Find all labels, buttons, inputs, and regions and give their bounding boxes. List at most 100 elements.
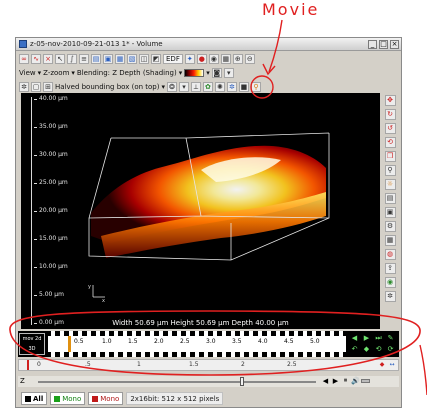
timeline-tick: 0 (37, 361, 41, 368)
light-dropdown-icon[interactable]: ▾ (178, 81, 189, 92)
camera-icon[interactable]: ◙ (211, 67, 222, 78)
toolbar-view: View ▾ Z-zoom ▾ Blending: Z Depth (Shadi… (16, 66, 401, 79)
play-icon[interactable]: ▶ (361, 334, 372, 343)
minimize-button[interactable]: _ (368, 40, 377, 49)
zoom-icon[interactable]: ⚲ (384, 165, 396, 176)
pause-icon[interactable]: ⏸ (341, 376, 350, 385)
keyframe-marker-icon[interactable]: ◆ (378, 361, 386, 369)
snapshot-icon[interactable]: ▣ (384, 207, 396, 218)
view-menu[interactable]: View (19, 69, 36, 77)
monitor-icon[interactable]: ■ (238, 81, 249, 92)
volume-render[interactable] (81, 118, 331, 268)
colormap-dropdown-icon[interactable]: ▾ (206, 69, 210, 77)
close-window-button[interactable]: × (390, 40, 399, 49)
window-title: z-05-nov-2010-09-21-013 1* - Volume (30, 40, 163, 48)
film-perforation-bottom (48, 352, 346, 357)
view-dropdown-icon[interactable]: ▾ (38, 69, 42, 77)
film-tick: 3.5 (232, 338, 242, 345)
bbox-dropdown-icon[interactable]: ▾ (161, 83, 165, 91)
slice-plane-icon[interactable]: ⟂ (190, 81, 201, 92)
timeline-marker[interactable] (27, 360, 29, 370)
light-bulb-icon[interactable]: ❂ (166, 81, 177, 92)
gear-icon[interactable]: ⚙ (384, 221, 396, 232)
edit-keyframe-icon[interactable]: ✎ (385, 334, 396, 343)
tab-all[interactable]: All (21, 392, 48, 405)
settings-gear-icon[interactable]: ✲ (384, 291, 396, 302)
tab-mono-green[interactable]: Mono (50, 392, 86, 405)
movie-filmstrip: mov 2d 3D 0.5 1.0 1.5 2.0 2.5 3.0 3.5 4.… (18, 331, 399, 357)
blending-menu[interactable]: Blending: Z Depth (Shading) (77, 69, 177, 77)
grid-toggle-icon[interactable]: ▦ (220, 53, 231, 64)
pin-icon[interactable]: ⚲ (250, 81, 261, 92)
axis-y-label: y (88, 284, 91, 290)
y-tick-label: 40.00 µm (34, 95, 68, 102)
grid-icon[interactable]: ▦ (384, 235, 396, 246)
rotate-x-icon[interactable]: ↻ (384, 109, 396, 120)
arrows-icon[interactable]: ✥ (384, 95, 396, 106)
rotate-z-icon[interactable]: ⟲ (384, 137, 396, 148)
loop-right-icon[interactable]: ⟳ (385, 345, 396, 354)
sphere-icon[interactable]: ◍ (384, 249, 396, 260)
wave-icon[interactable]: ∿ (31, 53, 41, 64)
cube-icon[interactable]: ❒ (384, 151, 396, 162)
ortho-view-icon[interactable]: ◫ (139, 53, 149, 64)
speed-slider[interactable] (361, 378, 370, 383)
axis-x-label: x (102, 298, 105, 303)
z-slider-thumb[interactable] (240, 377, 244, 386)
volume-viewer[interactable]: 40.00 µm 35.00 µm 30.00 µm 25.00 µm 20.0… (21, 93, 380, 329)
film-time-scale[interactable]: 0.5 1.0 1.5 2.0 2.5 3.0 3.5 4.0 4.5 5.0 (48, 336, 346, 352)
curve-icon[interactable]: ∫ (67, 53, 77, 64)
box-icon[interactable]: ▢ (31, 81, 41, 92)
pointer-icon[interactable]: ↖ (55, 53, 65, 64)
z-slider: Z ◀ ▶ ⏸ 🔊 (18, 376, 399, 387)
bbox-dropdown[interactable]: Halved bounding box (on top) (55, 83, 159, 91)
tab-mono-red[interactable]: Mono (88, 392, 124, 405)
expand-icon[interactable]: ↔ (388, 361, 396, 369)
movie-camera-icon[interactable]: ✲ (226, 81, 237, 92)
fill-icon[interactable]: ▾ (223, 67, 234, 78)
edf-dropdown[interactable]: EDF (163, 53, 183, 64)
film-band[interactable]: 0.5 1.0 1.5 2.0 2.5 3.0 3.5 4.0 4.5 5.0 (48, 331, 346, 357)
keyframe-icon[interactable]: ◆ (361, 345, 372, 354)
rotate-y-icon[interactable]: ↺ (384, 123, 396, 134)
sparkle-icon[interactable]: ✺ (214, 81, 225, 92)
zoom-out-icon[interactable]: ⊖ (244, 53, 255, 64)
stack-icon[interactable]: ≡ (79, 53, 89, 64)
grid-view-icon[interactable]: ▦ (115, 53, 125, 64)
record-icon[interactable]: ◉ (208, 53, 219, 64)
zzoom-menu[interactable]: Z-zoom (43, 69, 69, 77)
butterfly-icon[interactable]: ✦ (184, 53, 195, 64)
film-tick: 1.0 (102, 338, 112, 345)
settings-icon[interactable]: ✲ (19, 81, 29, 92)
z-slider-track[interactable] (38, 381, 316, 383)
chart-icon[interactable]: ▤ (91, 53, 101, 64)
stop-icon[interactable]: ● (196, 53, 207, 64)
play-z-icon[interactable]: ▶ (331, 377, 340, 385)
blending-dropdown-icon[interactable]: ▾ (179, 69, 183, 77)
step-back-icon[interactable]: ◀ (321, 377, 330, 385)
undo-icon[interactable]: ↶ (349, 345, 360, 354)
loop-left-icon[interactable]: ⟲ (373, 345, 384, 354)
link-icon[interactable]: ∞ (19, 53, 29, 64)
movie-clapper-icon[interactable]: mov 2d 3D (19, 333, 45, 355)
iso-view-icon[interactable]: ◩ (151, 53, 161, 64)
delete-icon[interactable]: × (43, 53, 53, 64)
right-toolbar: ✥ ↻ ↺ ⟲ ❒ ⚲ ☼ ▤ ▣ ⚙ ▦ ◍ ⇪ ◉ ✲ (382, 93, 398, 355)
colormap-swatch[interactable] (184, 68, 205, 77)
light-icon[interactable]: ☼ (384, 179, 396, 190)
speaker-icon[interactable]: 🔊 (351, 377, 360, 385)
layer-icon[interactable]: ▤ (384, 193, 396, 204)
skip-end-icon[interactable]: ⏭ (373, 334, 384, 343)
zzoom-dropdown-icon[interactable]: ▾ (71, 69, 75, 77)
volume-view-icon[interactable]: ▣ (103, 53, 113, 64)
zoom-in-icon[interactable]: ⊕ (232, 53, 243, 64)
film-cursor[interactable] (68, 336, 71, 352)
toolbar-render: ✲ ▢ ⊞ Halved bounding box (on top) ▾ ❂ ▾… (16, 80, 401, 93)
maximize-button[interactable]: □ (379, 40, 388, 49)
arrow-up-icon[interactable]: ⇪ (384, 263, 396, 274)
slice-view-icon[interactable]: ▧ (127, 53, 137, 64)
play-back-icon[interactable]: ◀ (349, 334, 360, 343)
globe-icon[interactable]: ◉ (384, 277, 396, 288)
timeline-ruler[interactable]: 0 .5 1 1.5 2 2.5 ◆ ↔ (18, 359, 399, 371)
cells-icon[interactable]: ✿ (202, 81, 213, 92)
